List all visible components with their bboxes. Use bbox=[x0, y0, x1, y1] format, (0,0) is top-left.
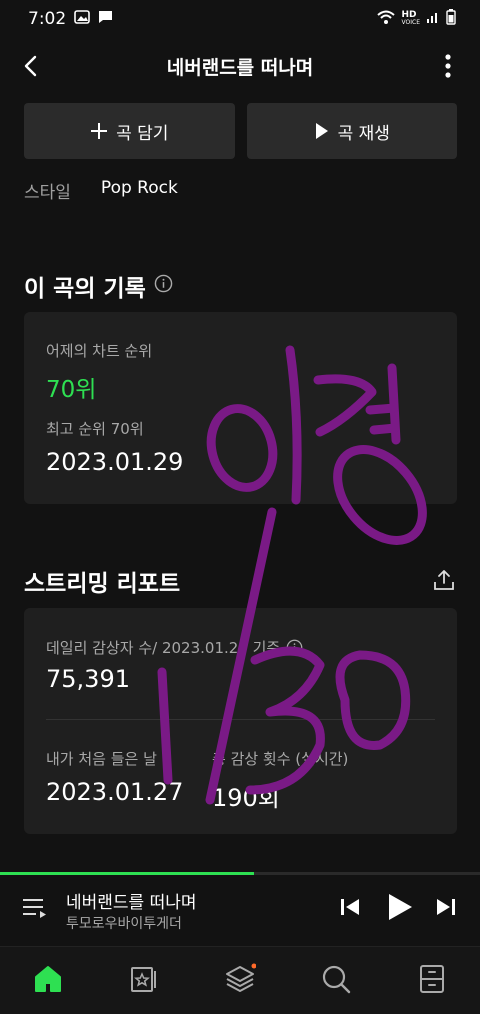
info-icon[interactable] bbox=[154, 273, 173, 299]
library-card-icon bbox=[131, 967, 156, 992]
action-row: 곡 담기 곡 재생 bbox=[24, 103, 457, 159]
plus-icon bbox=[91, 123, 108, 139]
layers-icon bbox=[226, 963, 257, 992]
add-song-label: 곡 담기 bbox=[116, 123, 169, 144]
streaming-title-text: 스트리밍 리포트 bbox=[24, 571, 181, 597]
streaming-card: 데일리 감상자 수/ 2023.01.29 기준 75,391 내가 처음 들은… bbox=[24, 608, 457, 834]
best-rank-date: 2023.01.29 bbox=[46, 448, 184, 476]
page-title: 네버랜드를 떠나며 bbox=[166, 56, 314, 79]
status-time: 7:02 bbox=[28, 9, 67, 29]
share-button[interactable] bbox=[432, 568, 456, 592]
play-icon bbox=[315, 123, 328, 139]
daily-listeners-value: 75,391 bbox=[46, 665, 130, 693]
playlist-button[interactable] bbox=[22, 897, 48, 923]
back-button[interactable] bbox=[18, 52, 46, 80]
nav-storage[interactable] bbox=[416, 963, 448, 995]
daily-listeners-label: 데일리 감상자 수/ 2023.01.29 기준 bbox=[46, 637, 303, 658]
daily-listeners-label-text: 데일리 감상자 수/ 2023.01.29 기준 bbox=[46, 639, 281, 657]
home-icon bbox=[35, 966, 61, 992]
mini-player[interactable]: 네버랜드를 떠나며 투모로우바이투게더 bbox=[0, 875, 480, 945]
drawer-icon bbox=[420, 965, 444, 993]
message-icon bbox=[98, 9, 113, 29]
best-rank-label: 최고 순위 70위 bbox=[46, 420, 144, 438]
first-listen-label: 내가 처음 들은 날 bbox=[46, 750, 157, 768]
chart-rank-label: 어제의 차트 순위 bbox=[46, 342, 153, 360]
playlist-icon bbox=[23, 899, 46, 918]
record-section-title: 이 곡의 기록 bbox=[24, 269, 173, 303]
style-value[interactable]: Pop Rock bbox=[101, 178, 178, 203]
bottom-nav bbox=[0, 946, 480, 1014]
info-icon bbox=[286, 639, 303, 656]
top-app-bar: 네버랜드를 떠나며 bbox=[0, 40, 480, 92]
nav-browse[interactable] bbox=[224, 963, 257, 995]
play-icon bbox=[389, 894, 412, 920]
first-listen-value: 2023.01.27 bbox=[46, 778, 184, 806]
signal-icon bbox=[426, 9, 440, 29]
share-icon bbox=[434, 570, 454, 590]
more-options-button[interactable] bbox=[434, 52, 462, 80]
streaming-section-title: 스트리밍 리포트 bbox=[24, 564, 180, 598]
search-icon bbox=[322, 965, 351, 994]
hd-voice-icon: HD VOICE bbox=[401, 10, 420, 27]
status-bar: 7:02 HD VOICE bbox=[0, 0, 480, 38]
track-artist: 투모로우바이투게더 bbox=[66, 916, 182, 932]
play-song-button[interactable]: 곡 재생 bbox=[246, 103, 457, 159]
add-song-button[interactable]: 곡 담기 bbox=[24, 103, 235, 159]
total-plays-value: 190회 bbox=[212, 784, 280, 812]
skip-previous-icon bbox=[341, 899, 359, 915]
total-plays-label: 총 감상 횟수 (실시간) bbox=[212, 750, 349, 768]
kebab-menu-icon bbox=[445, 54, 451, 78]
wifi-icon bbox=[376, 9, 396, 30]
previous-button[interactable] bbox=[338, 895, 362, 923]
skip-next-icon bbox=[437, 899, 455, 915]
style-row: 스타일 Pop Rock bbox=[24, 178, 178, 203]
nav-library[interactable] bbox=[128, 963, 160, 995]
record-card: 어제의 차트 순위 70위 최고 순위 70위 2023.01.29 bbox=[24, 312, 457, 504]
gallery-icon bbox=[74, 9, 90, 29]
chart-rank-value: 70위 bbox=[46, 377, 97, 403]
nav-home[interactable] bbox=[32, 963, 64, 995]
record-title-text: 이 곡의 기록 bbox=[24, 276, 146, 302]
battery-icon bbox=[446, 8, 456, 30]
play-button[interactable] bbox=[386, 892, 414, 926]
chevron-left-icon bbox=[24, 55, 37, 77]
next-button[interactable] bbox=[434, 895, 458, 923]
play-song-label: 곡 재생 bbox=[337, 123, 390, 144]
style-label: 스타일 bbox=[24, 183, 71, 203]
track-title: 네버랜드를 떠나며 bbox=[66, 893, 197, 913]
divider bbox=[46, 719, 435, 720]
nav-search[interactable] bbox=[320, 963, 352, 995]
